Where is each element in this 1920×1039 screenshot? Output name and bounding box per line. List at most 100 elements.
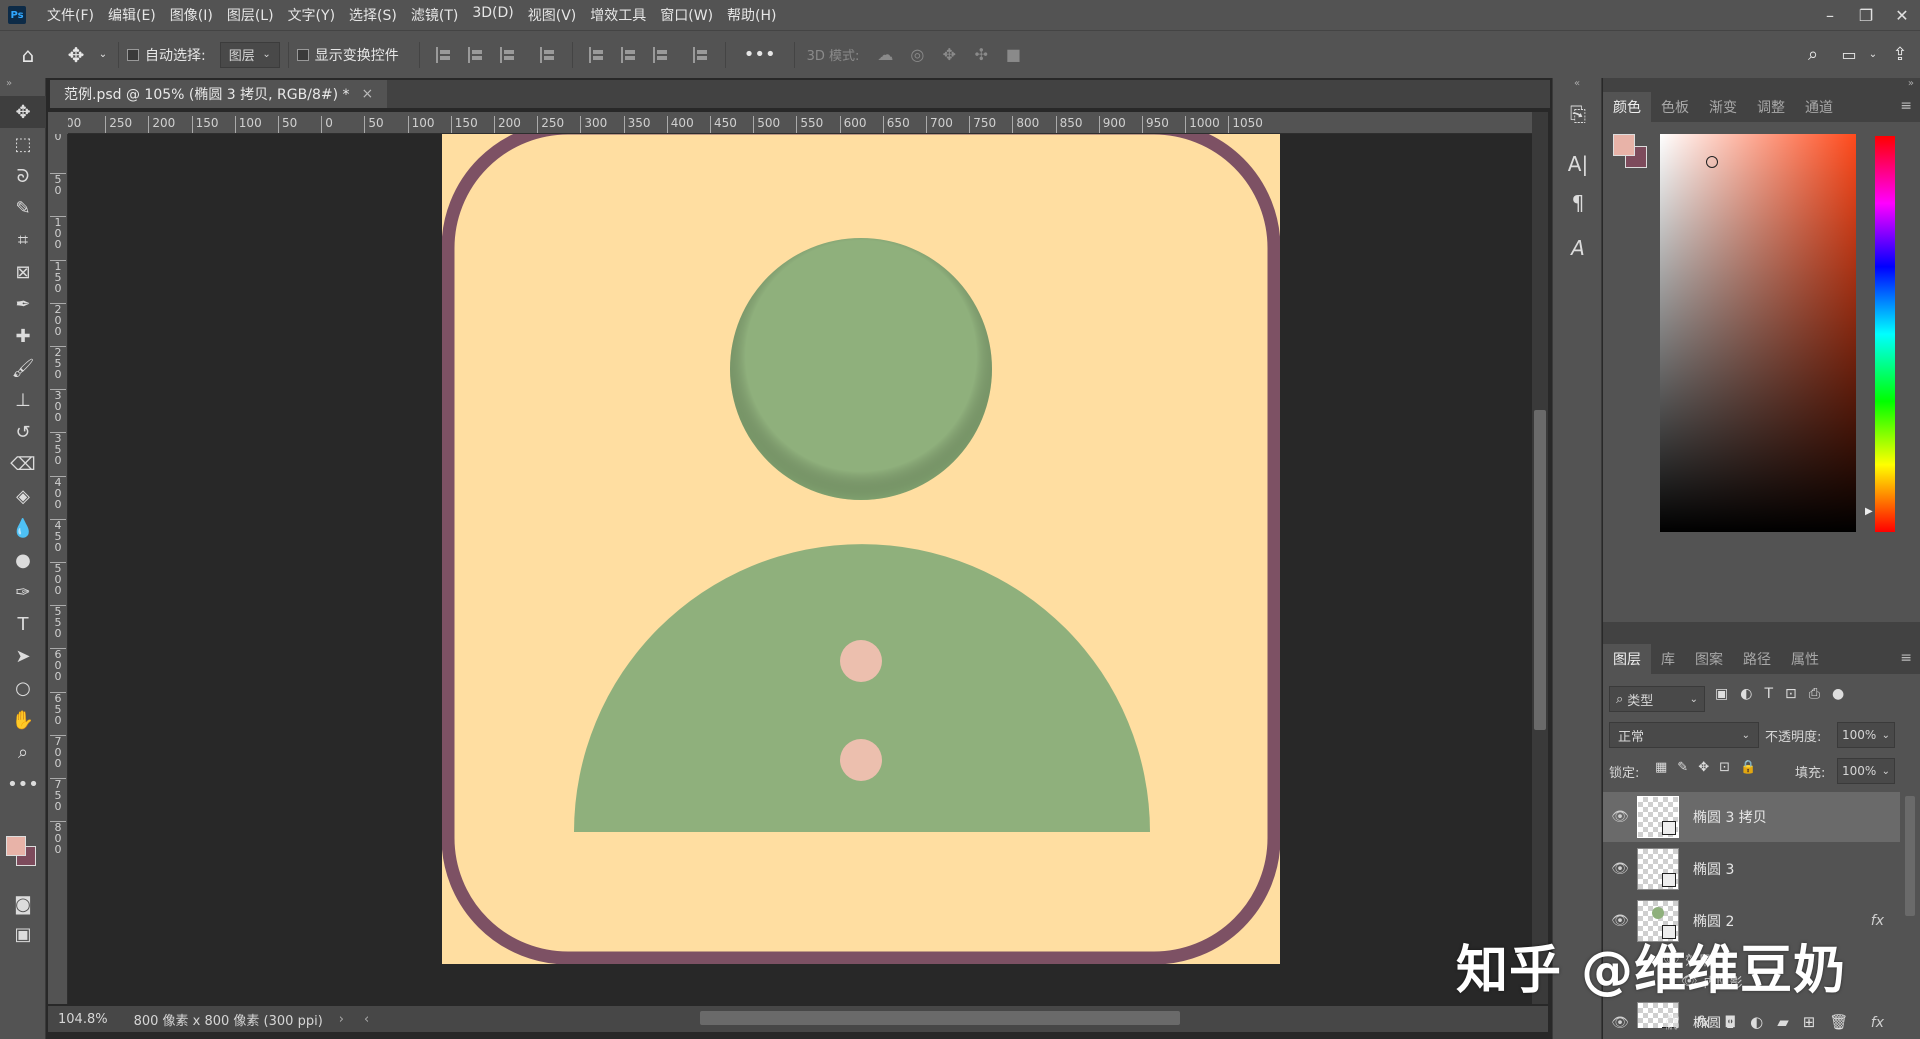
close-button[interactable]: ✕ (1884, 0, 1920, 30)
menu-item[interactable]: 滤镜(T) (404, 5, 465, 25)
show-transform-checkbox[interactable] (296, 48, 309, 61)
panel-tab[interactable]: 路径 (1733, 644, 1781, 674)
color-swatches[interactable] (6, 836, 40, 870)
panel-tab[interactable]: 图层 (1603, 644, 1651, 674)
menu-item[interactable]: 视图(V) (521, 5, 584, 25)
panel-tab[interactable]: 调整 (1747, 92, 1795, 122)
canvas-area[interactable] (70, 134, 1530, 1004)
eraser-icon[interactable]: ⌫ (0, 448, 46, 480)
color-picker-cursor[interactable] (1706, 156, 1718, 168)
restore-button[interactable]: ❐ (1848, 0, 1884, 30)
glyphs-icon[interactable]: A (1553, 226, 1603, 270)
link-layers-icon[interactable]: ⛓ (1663, 1013, 1682, 1031)
align-right-icon[interactable] (499, 46, 516, 63)
panel-tab[interactable]: 颜色 (1603, 92, 1651, 122)
hand-icon[interactable]: ✋ (0, 704, 46, 736)
visibility-eye-icon[interactable]: 👁 (1603, 809, 1637, 825)
chevron-down-icon[interactable]: ⌄ (1866, 49, 1880, 60)
layer-effects-icon[interactable]: fx (1871, 1015, 1884, 1028)
lock-position-icon[interactable]: ✥ (1698, 760, 1709, 775)
collapse-icon[interactable]: » (0, 78, 45, 96)
eyedropper-icon[interactable]: ✒ (0, 288, 46, 320)
marquee-icon[interactable]: ⬚ (0, 128, 46, 160)
layer-filter-dropdown[interactable]: ⌕ 类型 ⌄ (1609, 686, 1705, 712)
home-icon[interactable]: ⌂ (0, 43, 56, 67)
chevron-down-icon[interactable]: ⌄ (96, 49, 110, 60)
crop-icon[interactable]: ⌗ (0, 224, 46, 256)
lock-pixels-icon[interactable]: ✎ (1677, 760, 1688, 775)
history-icon[interactable]: ⎘ (1553, 92, 1603, 136)
menu-item[interactable]: 帮助(H) (720, 5, 783, 25)
smart-object-filter-icon[interactable]: ⎙ (1809, 686, 1820, 702)
artboard[interactable] (442, 134, 1280, 964)
lock-transparent-icon[interactable]: ▦ (1655, 760, 1667, 775)
fill-input[interactable]: 100% ⌄ (1837, 758, 1895, 784)
scroll-left-icon[interactable]: ‹ (364, 1012, 369, 1027)
quick-mask-icon[interactable]: ◙ (0, 888, 46, 920)
align-middle-icon[interactable] (620, 46, 637, 63)
menu-item[interactable]: 窗口(W) (653, 5, 720, 25)
menu-item[interactable]: 图像(I) (163, 5, 220, 25)
layer-row-ellipse-3-copy[interactable]: 👁 椭圆 3 拷贝 (1603, 792, 1900, 842)
shape-filter-icon[interactable]: ⊡ (1785, 686, 1797, 702)
color-field[interactable] (1660, 134, 1856, 532)
close-tab-icon[interactable]: × (362, 86, 374, 102)
adjustment-filter-icon[interactable]: ◐ (1740, 686, 1752, 702)
layers-scrollbar[interactable] (1905, 796, 1915, 916)
delete-layer-icon[interactable]: 🗑 (1829, 1013, 1848, 1031)
menu-item[interactable]: 3D(D) (465, 5, 520, 25)
align-bottom-icon[interactable] (652, 46, 669, 63)
opacity-input[interactable]: 100% ⌄ (1837, 722, 1895, 748)
menu-item[interactable]: 文件(F) (40, 5, 101, 25)
menu-item[interactable]: 文字(Y) (281, 5, 342, 25)
blend-mode-dropdown[interactable]: 正常 ⌄ (1609, 722, 1759, 748)
lock-artboard-icon[interactable]: ⊡ (1719, 760, 1730, 775)
color-panel-swatches[interactable] (1613, 134, 1649, 170)
align-center-h-icon[interactable] (467, 46, 484, 63)
workspace-icon[interactable]: ▭ (1832, 45, 1866, 64)
panel-menu-icon[interactable]: ≡ (1900, 98, 1912, 114)
align-left-icon[interactable] (435, 46, 452, 63)
align-top-icon[interactable] (588, 46, 605, 63)
move-tool-icon[interactable]: ✥ (56, 43, 96, 67)
visibility-eye-icon[interactable]: 👁 (1603, 861, 1637, 877)
filter-toggle-icon[interactable]: ● (1832, 686, 1844, 702)
layer-row-ellipse-3[interactable]: 👁 椭圆 3 (1603, 844, 1900, 894)
add-mask-icon[interactable]: ◘ (1724, 1013, 1736, 1031)
panel-tab[interactable]: 渐变 (1699, 92, 1747, 122)
auto-select-checkbox[interactable] (127, 48, 139, 61)
dodge-icon[interactable]: ● (0, 544, 46, 576)
more-icon[interactable]: ••• (0, 768, 46, 800)
paint-bucket-icon[interactable]: ◈ (0, 480, 46, 512)
document-tab[interactable]: 范例.psd @ 105% (椭圆 3 拷贝, RGB/8#) * × (50, 80, 388, 108)
ellipse-icon[interactable]: ○ (0, 672, 46, 704)
zoom-level[interactable]: 104.8% (58, 1012, 108, 1027)
screen-mode-icon[interactable]: ▣ (0, 918, 46, 950)
hue-slider-handle-icon[interactable]: ▶ (1865, 506, 1873, 517)
vertical-scrollbar[interactable] (1534, 410, 1546, 730)
menu-item[interactable]: 增效工具 (583, 5, 653, 25)
horizontal-scrollbar[interactable] (700, 1011, 1180, 1025)
menu-item[interactable]: 编辑(E) (101, 5, 163, 25)
panel-tab[interactable]: 色板 (1651, 92, 1699, 122)
search-icon[interactable]: ⌕ (1794, 44, 1832, 65)
hue-slider[interactable] (1875, 136, 1895, 532)
panel-tab[interactable]: 属性 (1781, 644, 1829, 674)
blur-icon[interactable]: 💧 (0, 512, 46, 544)
history-brush-icon[interactable]: ↺ (0, 416, 46, 448)
character-icon[interactable]: A| (1553, 142, 1603, 186)
add-style-icon[interactable]: fx (1696, 1013, 1710, 1031)
paragraph-icon[interactable]: ¶ (1553, 186, 1603, 220)
more-options-button[interactable]: ••• (744, 44, 776, 65)
panel-tab[interactable]: 图案 (1685, 644, 1733, 674)
panel-menu-icon[interactable]: ≡ (1900, 650, 1912, 666)
new-layer-icon[interactable]: ⊞ (1803, 1013, 1816, 1031)
distribute-h-icon[interactable] (539, 46, 556, 63)
collapse-icon[interactable]: » (1908, 78, 1914, 89)
auto-select-dropdown[interactable]: 图层 ⌄ (219, 41, 280, 68)
minimize-button[interactable]: – (1812, 0, 1848, 30)
layer-effects-icon[interactable]: fx (1871, 913, 1884, 929)
menu-item[interactable]: 选择(S) (342, 5, 404, 25)
stamp-icon[interactable]: ⊥ (0, 384, 46, 416)
visibility-eye-icon[interactable]: 👁 (1603, 1015, 1637, 1028)
